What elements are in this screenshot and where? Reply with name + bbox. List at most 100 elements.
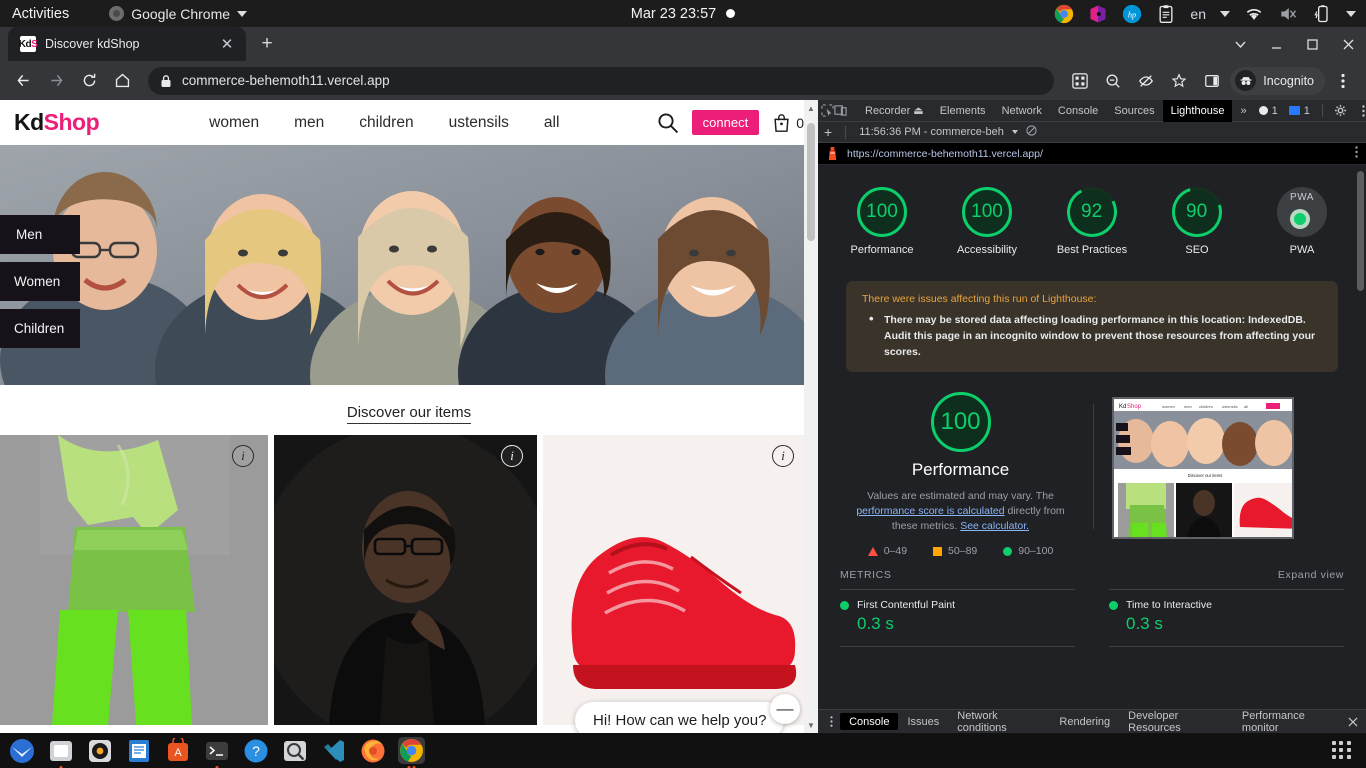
nav-item-women[interactable]: women <box>209 114 259 132</box>
minimize-button[interactable] <box>1258 27 1294 61</box>
forward-button[interactable] <box>41 66 71 96</box>
dock-item-libreoffice-writer[interactable] <box>125 737 152 764</box>
hero-category-children[interactable]: Children <box>0 309 81 348</box>
dock-item-rhythmbox[interactable] <box>86 737 113 764</box>
run-select[interactable]: 11:56:36 PM - commerce-beh <box>859 126 1004 138</box>
reload-button[interactable] <box>74 66 104 96</box>
product-card[interactable]: i <box>543 435 808 725</box>
devtools-scrollbar[interactable]: ▼ <box>1355 165 1366 731</box>
tab-sources[interactable]: Sources <box>1106 100 1162 122</box>
dock-item-ubuntu-software[interactable]: A <box>164 737 191 764</box>
device-toolbar-icon[interactable] <box>834 101 847 121</box>
devtools-menu-icon[interactable] <box>1354 101 1366 121</box>
hero-category-men[interactable]: Men <box>0 215 81 254</box>
show-applications-button[interactable] <box>1332 740 1352 761</box>
close-drawer-icon[interactable] <box>1344 712 1362 732</box>
back-button[interactable] <box>8 66 38 96</box>
page-scrollbar-thumb[interactable] <box>807 123 815 241</box>
lighthouse-report-menu-icon[interactable] <box>1355 145 1358 163</box>
page-scrollbar[interactable]: ▲ ▼ <box>804 100 818 733</box>
nav-item-ustensils[interactable]: ustensils <box>449 114 509 132</box>
color-app-tray-icon[interactable] <box>1088 4 1108 24</box>
language-chevron-icon[interactable] <box>1220 10 1230 17</box>
gauge-performance[interactable]: 100 Performance <box>843 187 921 257</box>
bookmark-star-icon[interactable] <box>1164 66 1194 96</box>
drawer-tab-rendering[interactable]: Rendering <box>1050 713 1119 730</box>
chrome-tray-icon[interactable] <box>1054 4 1074 24</box>
side-panel-icon[interactable] <box>1197 66 1227 96</box>
browser-tab[interactable]: Kd S Discover kdShop ✕ <box>8 27 246 61</box>
eye-crossed-icon[interactable] <box>1131 66 1161 96</box>
dock-item-terminal[interactable] <box>203 737 230 768</box>
message-count-badge[interactable]: 1 <box>1285 105 1314 117</box>
run-select-chevron-icon[interactable] <box>1011 130 1018 134</box>
gauge-accessibility[interactable]: 100 Accessibility <box>948 187 1026 257</box>
product-card[interactable]: i <box>274 435 537 725</box>
tab-recorder[interactable]: Recorder ⏏ <box>857 100 932 122</box>
search-icon[interactable] <box>657 112 679 134</box>
dock-item-files[interactable] <box>47 737 74 768</box>
dock-item-thunderbird[interactable] <box>8 737 35 764</box>
chrome-menu-icon[interactable] <box>1328 66 1358 96</box>
system-menu-chevron-icon[interactable] <box>1346 10 1356 17</box>
product-info-icon[interactable]: i <box>232 445 254 467</box>
clock[interactable]: Mar 23 23:57 <box>573 6 793 22</box>
dock-item-vscode[interactable] <box>320 737 347 764</box>
qr-code-icon[interactable] <box>1065 66 1095 96</box>
expand-view-button[interactable]: Expand view <box>1278 569 1344 581</box>
wifi-icon[interactable] <box>1244 4 1264 24</box>
new-tab-button[interactable]: + <box>256 33 278 55</box>
tab-search-icon[interactable] <box>1222 27 1258 61</box>
gauge-pwa[interactable]: PWA PWA <box>1263 187 1341 257</box>
metric-first-contentful-paint[interactable]: First Contentful Paint 0.3 s <box>840 589 1075 647</box>
nav-item-children[interactable]: children <box>359 114 413 132</box>
error-count-badge[interactable]: 1 <box>1255 105 1282 117</box>
site-logo[interactable]: KdShop <box>14 109 100 136</box>
devtools-scrollbar-thumb[interactable] <box>1357 171 1364 291</box>
close-tab-icon[interactable]: ✕ <box>216 33 238 55</box>
dock-item-firefox[interactable] <box>359 737 386 764</box>
nav-item-men[interactable]: men <box>294 114 324 132</box>
drawer-tab-developer-resources[interactable]: Developer Resources <box>1119 710 1233 734</box>
dock-item-magnifier[interactable] <box>281 737 308 764</box>
close-window-button[interactable] <box>1330 27 1366 61</box>
profile-incognito-button[interactable]: Incognito <box>1230 66 1325 95</box>
tab-lighthouse[interactable]: Lighthouse <box>1162 99 1233 122</box>
gauge-best-practices[interactable]: 92 Best Practices <box>1053 180 1131 257</box>
hp-tray-icon[interactable]: hp <box>1122 4 1142 24</box>
inspect-element-icon[interactable] <box>821 101 834 121</box>
zoom-out-icon[interactable] <box>1098 66 1128 96</box>
drawer-tab-performance-monitor[interactable]: Performance monitor <box>1233 710 1344 734</box>
tab-network[interactable]: Network <box>994 100 1050 122</box>
connect-button[interactable]: connect <box>691 110 760 135</box>
activities-button[interactable]: Activities <box>12 6 69 22</box>
drawer-tab-network-conditions[interactable]: Network conditions <box>948 710 1050 734</box>
performance-score-link[interactable]: performance score is calculated <box>856 505 1004 517</box>
product-info-icon[interactable]: i <box>501 445 523 467</box>
cart-button[interactable]: 0 <box>772 113 804 133</box>
battery-charging-icon[interactable] <box>1312 4 1332 24</box>
hero-category-women[interactable]: Women <box>0 262 81 301</box>
gauge-seo[interactable]: 90 SEO <box>1158 178 1236 257</box>
language-label[interactable]: en <box>1190 6 1206 22</box>
scroll-up-arrow-icon[interactable]: ▲ <box>804 100 818 116</box>
tab-console[interactable]: Console <box>1050 100 1106 122</box>
clipboard-tray-icon[interactable] <box>1156 4 1176 24</box>
metric-time-to-interactive[interactable]: Time to Interactive 0.3 s <box>1109 589 1344 647</box>
product-info-icon[interactable]: i <box>772 445 794 467</box>
maximize-button[interactable] <box>1294 27 1330 61</box>
chat-minimize-button[interactable]: — <box>770 694 800 724</box>
see-calculator-link[interactable]: See calculator. <box>960 520 1029 532</box>
more-tabs-button[interactable]: » <box>1232 100 1254 122</box>
drawer-tab-issues[interactable]: Issues <box>898 713 948 730</box>
clear-runs-icon[interactable] <box>1026 125 1037 139</box>
new-run-button[interactable]: + <box>824 124 832 140</box>
volume-muted-icon[interactable] <box>1278 4 1298 24</box>
scroll-down-arrow-icon[interactable]: ▼ <box>804 717 818 733</box>
product-card[interactable]: i <box>0 435 268 725</box>
app-menu-chrome[interactable]: Google Chrome <box>109 6 248 22</box>
nav-item-all[interactable]: all <box>544 114 560 132</box>
address-bar[interactable]: commerce-behemoth11.vercel.app <box>148 66 1055 95</box>
settings-gear-icon[interactable] <box>1331 101 1351 121</box>
drawer-tab-console[interactable]: Console <box>840 713 899 730</box>
